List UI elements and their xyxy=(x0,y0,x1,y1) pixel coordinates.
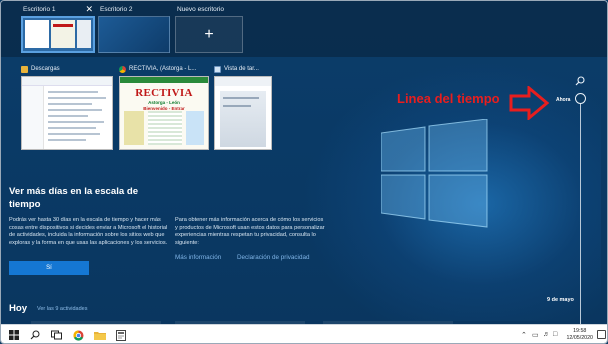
window-thumb-rectivia[interactable]: RECTIVIA, (Astorga - L... RECTIVIA Astor… xyxy=(119,64,209,150)
info-text-privacy: Para obtener más información acerca de c… xyxy=(175,217,325,246)
window-title-bar: Vista de tar... xyxy=(214,64,272,74)
chrome-icon[interactable] xyxy=(71,328,85,342)
more-info-link[interactable]: Más información xyxy=(175,254,221,261)
chevron-up-icon[interactable]: ⌃ xyxy=(521,331,527,339)
keyboard-icon[interactable]: □ xyxy=(553,331,557,338)
window-thumb-downloads[interactable]: Descargas xyxy=(21,64,113,150)
file-explorer-icon[interactable] xyxy=(93,328,107,342)
windows-start-icon[interactable] xyxy=(7,328,21,342)
folder-down-icon xyxy=(21,65,28,73)
rectivia-subtitle: Astorga - León xyxy=(148,100,180,105)
system-clock[interactable]: 19:58 12/05/2020 xyxy=(566,328,593,342)
app-icon[interactable] xyxy=(114,328,128,342)
window-thumb-task-view[interactable]: Vista de tar... xyxy=(214,64,272,150)
new-desktop-label: Nuevo escritorio xyxy=(177,6,224,13)
window-title: Vista de tar... xyxy=(224,66,259,72)
windows-logo-icon xyxy=(381,119,488,228)
window-preview: RECTIVIA Astorga - León Bienvenido - Ent… xyxy=(119,76,209,150)
task-view-icon[interactable] xyxy=(49,328,63,342)
timeline-now-label: Ahora xyxy=(556,97,571,103)
timeline-date-label: 9 de mayo xyxy=(547,297,574,303)
desktop-1-preview xyxy=(25,20,91,48)
desktop-1-thumbnail[interactable] xyxy=(21,16,95,53)
window-title: RECTIVIA, (Astorga - L... xyxy=(129,66,197,72)
timeline-handle[interactable] xyxy=(575,93,586,104)
desktop-2[interactable]: Escritorio 2 xyxy=(98,5,170,55)
yes-button[interactable]: Sí xyxy=(9,261,89,275)
desktop-2-label: Escritorio 2 xyxy=(100,6,133,13)
timeline-view: Escritorio 1 ✕ Escritorio 2 Nuevo escrit… xyxy=(0,0,608,344)
taskbar: ⌃ ▭ ♬ □ 19:58 12/05/2020 xyxy=(1,324,607,343)
new-desktop[interactable]: Nuevo escritorio + xyxy=(175,5,243,55)
virtual-desktops-bar: Escritorio 1 ✕ Escritorio 2 Nuevo escrit… xyxy=(1,1,607,57)
annotation-text: Linea del tiempo xyxy=(397,91,500,106)
notification-icon[interactable] xyxy=(597,330,606,339)
desktop-1[interactable]: Escritorio 1 ✕ xyxy=(21,4,95,55)
search-icon[interactable] xyxy=(575,76,585,86)
clock-time: 19:58 xyxy=(573,328,587,334)
chrome-icon xyxy=(119,65,126,73)
see-all-activities-link[interactable]: Ver las 9 actividades xyxy=(37,306,87,312)
timeline-scrollbar[interactable] xyxy=(580,100,581,326)
plus-icon: + xyxy=(204,25,214,43)
today-heading: Hoy xyxy=(9,303,28,314)
window-title-bar: RECTIVIA, (Astorga - L... xyxy=(119,64,209,74)
search-icon[interactable] xyxy=(28,328,42,342)
network-icon[interactable]: ▭ xyxy=(532,331,539,339)
close-icon[interactable]: ✕ xyxy=(85,4,93,15)
task-view-icon xyxy=(214,65,221,73)
new-desktop-button[interactable]: + xyxy=(175,16,243,53)
info-text-history: Podrás ver hasta 30 días en la escala de… xyxy=(9,217,168,246)
window-preview xyxy=(214,76,272,150)
desktop-2-thumbnail[interactable] xyxy=(98,16,170,53)
window-title: Descargas xyxy=(31,66,60,72)
volume-icon[interactable]: ♬ xyxy=(543,331,550,338)
desktop-1-label: Escritorio 1 xyxy=(23,6,56,13)
window-preview xyxy=(21,76,113,150)
rectivia-logo: RECTIVIA xyxy=(135,87,193,99)
clock-date: 12/05/2020 xyxy=(566,335,593,341)
right-arrow-icon xyxy=(509,86,549,120)
info-heading: Ver más días en la escala de tiempo xyxy=(9,186,139,210)
window-title-bar: Descargas xyxy=(21,64,113,74)
privacy-statement-link[interactable]: Declaración de privacidad xyxy=(237,254,309,261)
